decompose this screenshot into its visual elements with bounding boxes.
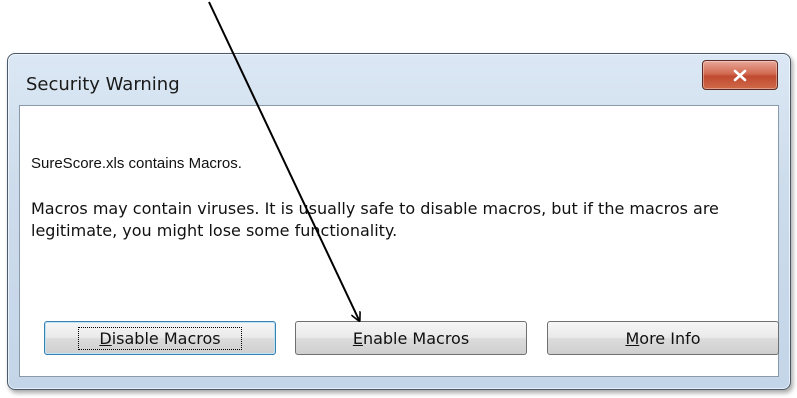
button-label: isable Macros bbox=[111, 328, 221, 348]
close-button[interactable] bbox=[702, 60, 778, 90]
dialog-title: Security Warning bbox=[26, 74, 180, 95]
more-info-button[interactable]: More Info bbox=[547, 321, 779, 355]
access-key: M bbox=[625, 328, 640, 348]
focus-rectangle: Disable Macros bbox=[78, 326, 242, 350]
security-warning-dialog: Security Warning SureScore.xls contains … bbox=[7, 53, 791, 390]
button-label: nable Macros bbox=[362, 328, 470, 348]
file-macros-notice: SureScore.xls contains Macros. bbox=[31, 155, 242, 172]
virus-warning-text: Macros may contain viruses. It is usuall… bbox=[31, 199, 719, 240]
title-bar: Security Warning bbox=[8, 54, 790, 104]
enable-macros-button[interactable]: Enable Macros bbox=[295, 321, 527, 355]
disable-macros-button[interactable]: Disable Macros bbox=[44, 321, 276, 355]
access-key: D bbox=[99, 328, 112, 348]
button-label: ore Info bbox=[639, 328, 701, 348]
access-key: E bbox=[352, 328, 363, 348]
close-icon bbox=[733, 69, 747, 82]
dialog-content: SureScore.xls contains Macros. Macros ma… bbox=[19, 105, 779, 377]
